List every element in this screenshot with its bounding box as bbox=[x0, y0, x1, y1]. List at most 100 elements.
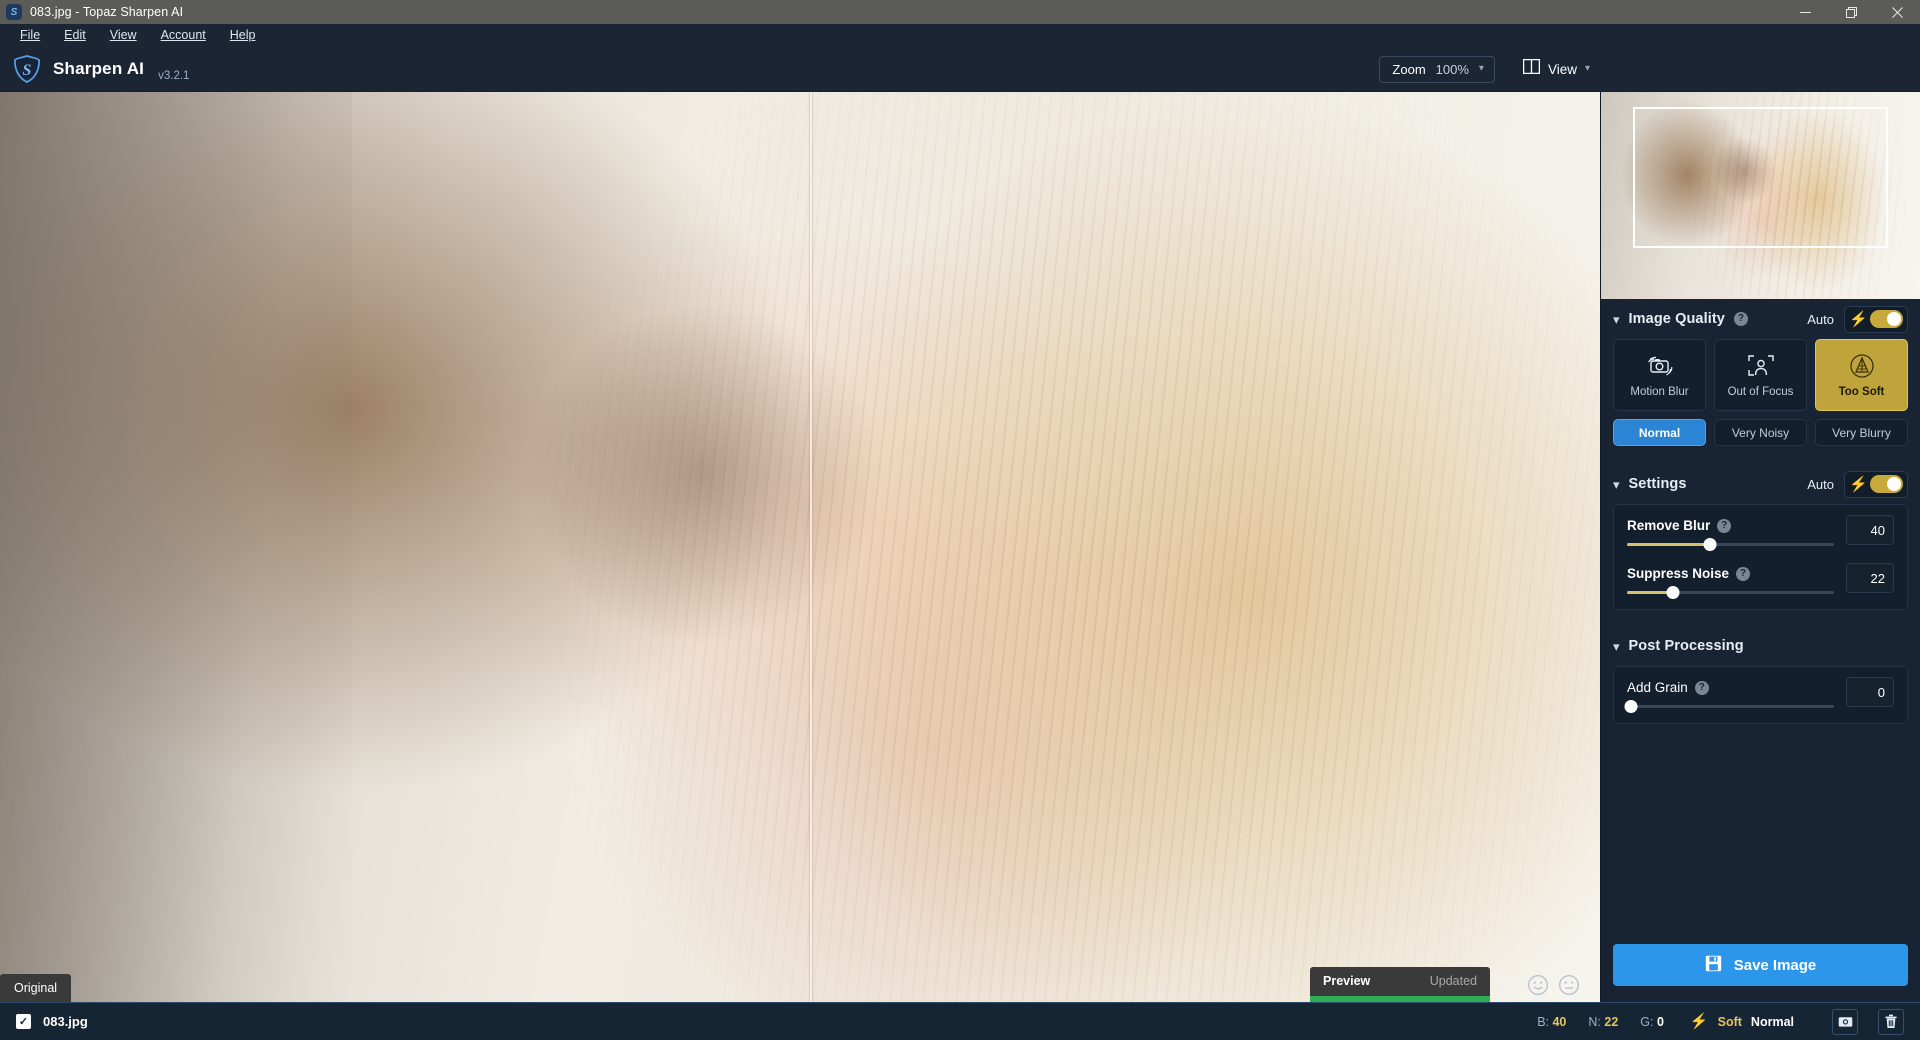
remove-blur-fill bbox=[1627, 543, 1710, 546]
settings-auto-toggle[interactable]: ⚡ bbox=[1844, 471, 1908, 498]
add-grain-help-icon[interactable]: ? bbox=[1695, 681, 1709, 695]
navigator-viewport-rect[interactable] bbox=[1633, 107, 1888, 248]
settings-auto-label: Auto bbox=[1807, 477, 1834, 492]
stat-noise-value: 22 bbox=[1604, 1015, 1618, 1029]
zoom-value: 100% bbox=[1436, 62, 1469, 77]
mode-indicator: ⚡ Soft Normal bbox=[1690, 1014, 1794, 1029]
save-area: Save Image bbox=[1601, 932, 1920, 1002]
view-chevron-down-icon[interactable]: ▾ bbox=[1585, 64, 1590, 74]
suppress-noise-value[interactable]: 22 bbox=[1846, 563, 1894, 593]
image-quality-pills: Normal Very Noisy Very Blurry bbox=[1601, 411, 1920, 446]
split-comparison-divider[interactable] bbox=[810, 92, 812, 1002]
zoom-control[interactable]: Zoom 100% ▾ bbox=[1379, 56, 1495, 83]
view-control[interactable]: View ▾ bbox=[1513, 54, 1600, 84]
menu-file-label: File bbox=[20, 28, 40, 42]
mode-secondary: Normal bbox=[1751, 1015, 1794, 1029]
stat-grain-value: 0 bbox=[1657, 1015, 1664, 1029]
too-soft-cone-icon bbox=[1847, 352, 1877, 380]
stat-noise-key: N: bbox=[1588, 1015, 1601, 1029]
save-image-label: Save Image bbox=[1734, 957, 1817, 974]
post-processing-chevron-down-icon[interactable]: ▾ bbox=[1613, 640, 1620, 653]
menu-help-label: Help bbox=[230, 28, 256, 42]
lightning-icon: ⚡ bbox=[1849, 312, 1868, 327]
pill-very-noisy[interactable]: Very Noisy bbox=[1714, 419, 1807, 446]
canvas-photo-shadow bbox=[0, 92, 352, 1002]
out-of-focus-person-icon bbox=[1747, 352, 1775, 380]
bottom-bar: ✓ 083.jpg B: 40 N: 22 G: 0 ⚡ Soft Normal bbox=[0, 1002, 1920, 1040]
header-toolbar: Zoom 100% ▾ View ▾ bbox=[1379, 46, 1600, 92]
post-processing-title: Post Processing bbox=[1629, 638, 1744, 654]
chevron-down-icon[interactable]: ▾ bbox=[1613, 313, 1620, 326]
preview-progress-bar bbox=[1310, 996, 1490, 1002]
toggle-switch[interactable] bbox=[1870, 310, 1903, 328]
feedback-buttons bbox=[1527, 974, 1580, 996]
pill-normal[interactable]: Normal bbox=[1613, 419, 1706, 446]
post-processing-header[interactable]: ▾ Post Processing bbox=[1613, 626, 1908, 666]
add-grain-handle[interactable] bbox=[1625, 700, 1638, 713]
file-checkbox[interactable]: ✓ bbox=[16, 1014, 31, 1029]
right-panel: ▾ Image Quality ? Auto ⚡ bbox=[1600, 92, 1920, 1002]
image-canvas[interactable]: Original Preview Updated bbox=[0, 92, 1600, 1002]
settings-section: ▾ Settings Auto ⚡ bbox=[1601, 464, 1920, 504]
image-quality-header[interactable]: ▾ Image Quality ? Auto ⚡ bbox=[1613, 299, 1908, 339]
image-quality-auto-toggle[interactable]: ⚡ bbox=[1844, 306, 1908, 333]
tile-too-soft[interactable]: Too Soft bbox=[1815, 339, 1908, 411]
bottom-file-name: 083.jpg bbox=[43, 1014, 88, 1029]
add-grain-slider[interactable] bbox=[1627, 705, 1834, 708]
menu-view[interactable]: View bbox=[98, 26, 149, 44]
add-grain-label: Add Grain bbox=[1627, 680, 1688, 695]
menu-edit-label: Edit bbox=[64, 28, 86, 42]
trash-icon[interactable] bbox=[1878, 1009, 1904, 1035]
help-icon[interactable]: ? bbox=[1734, 312, 1748, 326]
tile-motion-blur-label: Motion Blur bbox=[1630, 386, 1688, 398]
suppress-noise-label: Suppress Noise bbox=[1627, 566, 1729, 581]
sharpen-ai-logo-icon: S bbox=[12, 54, 42, 84]
settings-header[interactable]: ▾ Settings Auto ⚡ bbox=[1613, 464, 1908, 504]
suppress-noise-slider[interactable] bbox=[1627, 591, 1834, 594]
sharpen-ai-icon: S bbox=[6, 4, 22, 20]
tile-out-of-focus[interactable]: Out of Focus bbox=[1714, 339, 1807, 411]
remove-blur-value[interactable]: 40 bbox=[1846, 515, 1894, 545]
remove-blur-help-icon[interactable]: ? bbox=[1717, 519, 1731, 533]
close-icon[interactable] bbox=[1874, 0, 1920, 24]
menu-account-label: Account bbox=[161, 28, 206, 42]
menu-account[interactable]: Account bbox=[149, 26, 218, 44]
preview-status: Updated bbox=[1430, 974, 1477, 988]
navigator-thumbnail[interactable] bbox=[1601, 92, 1920, 299]
minimize-icon[interactable] bbox=[1782, 0, 1828, 24]
remove-blur-slider[interactable] bbox=[1627, 543, 1834, 546]
view-label: View bbox=[1548, 62, 1577, 77]
restore-icon[interactable] bbox=[1828, 0, 1874, 24]
app-window: S 083.jpg - Topaz Sharpen AI File Edit V… bbox=[0, 0, 1920, 1040]
tile-out-of-focus-label: Out of Focus bbox=[1728, 386, 1794, 398]
image-quality-tiles: Motion Blur Out of Focus Too Soft bbox=[1601, 339, 1920, 411]
svg-text:S: S bbox=[23, 62, 32, 79]
suppress-noise-help-icon[interactable]: ? bbox=[1736, 567, 1750, 581]
stat-blur-key: B: bbox=[1537, 1015, 1549, 1029]
add-grain-value[interactable]: 0 bbox=[1846, 677, 1894, 707]
neutral-face-icon[interactable] bbox=[1558, 974, 1580, 996]
bottom-lightning-icon: ⚡ bbox=[1690, 1014, 1709, 1029]
happy-face-icon[interactable] bbox=[1527, 974, 1549, 996]
split-view-icon bbox=[1523, 59, 1540, 79]
settings-chevron-down-icon[interactable]: ▾ bbox=[1613, 478, 1620, 491]
settings-toggle-switch[interactable] bbox=[1870, 475, 1903, 493]
tile-motion-blur[interactable]: Motion Blur bbox=[1613, 339, 1706, 411]
window-titlebar: S 083.jpg - Topaz Sharpen AI bbox=[0, 0, 1920, 24]
menu-help[interactable]: Help bbox=[218, 26, 268, 44]
pill-very-blurry[interactable]: Very Blurry bbox=[1815, 419, 1908, 446]
chevron-down-icon[interactable]: ▾ bbox=[1479, 64, 1484, 74]
suppress-noise-handle[interactable] bbox=[1666, 586, 1679, 599]
zoom-label: Zoom bbox=[1392, 62, 1425, 77]
image-quality-title: Image Quality bbox=[1629, 311, 1725, 327]
brand-name: Sharpen AI bbox=[53, 59, 144, 79]
remove-blur-handle[interactable] bbox=[1703, 538, 1716, 551]
camera-icon[interactable] bbox=[1832, 1009, 1858, 1035]
preview-status-badge: Preview Updated bbox=[1310, 967, 1490, 1002]
menu-file[interactable]: File bbox=[8, 26, 52, 44]
menu-edit[interactable]: Edit bbox=[52, 26, 98, 44]
stat-noise: N: 22 bbox=[1588, 1015, 1618, 1029]
save-image-button[interactable]: Save Image bbox=[1613, 944, 1908, 986]
preview-label: Preview bbox=[1323, 974, 1370, 988]
motion-blur-camera-icon bbox=[1645, 352, 1675, 380]
